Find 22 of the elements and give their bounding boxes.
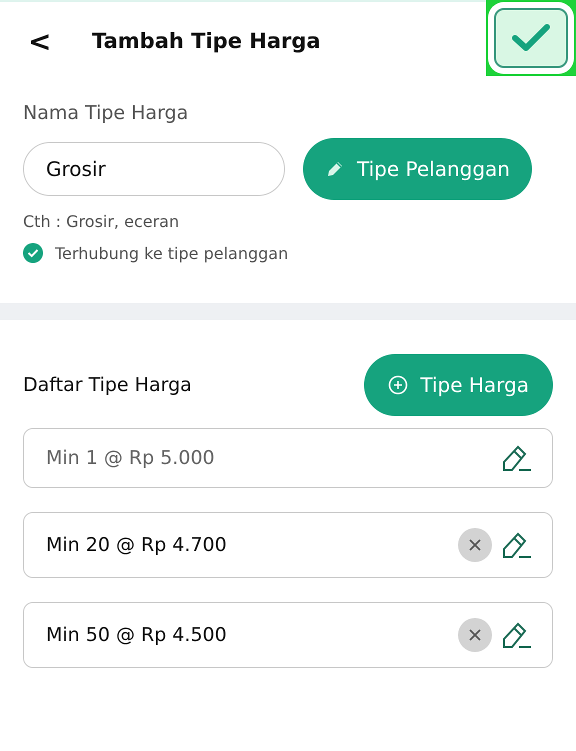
pencil-icon: [325, 159, 345, 179]
edit-icon[interactable]: [502, 444, 532, 472]
price-tier-row[interactable]: Min 50 @ Rp 4.500: [23, 602, 553, 668]
remove-button[interactable]: [458, 528, 492, 562]
field-label: Nama Tipe Harga: [23, 102, 190, 124]
edit-icon[interactable]: [502, 621, 532, 649]
price-tier-text: Min 1 @ Rp 5.000: [46, 447, 215, 469]
hint-text: Cth : Grosir, eceran: [23, 212, 180, 231]
page-title: Tambah Tipe Harga: [92, 29, 322, 53]
price-tier-text: Min 20 @ Rp 4.700: [46, 534, 227, 556]
close-icon: [468, 628, 482, 642]
edit-icon[interactable]: [502, 531, 532, 559]
name-field[interactable]: Grosir: [23, 142, 285, 196]
section-title: Daftar Tipe Harga: [23, 374, 192, 396]
close-icon: [468, 538, 482, 552]
plus-circle-icon: [388, 375, 408, 395]
remove-button[interactable]: [458, 618, 492, 652]
price-tier-text: Min 50 @ Rp 4.500: [46, 624, 227, 646]
back-button[interactable]: <: [28, 24, 78, 58]
linked-status-text: Terhubung ke tipe pelanggan: [55, 244, 288, 262]
price-tier-row[interactable]: Min 20 @ Rp 4.700: [23, 512, 553, 578]
checkmark-icon: [511, 23, 551, 53]
